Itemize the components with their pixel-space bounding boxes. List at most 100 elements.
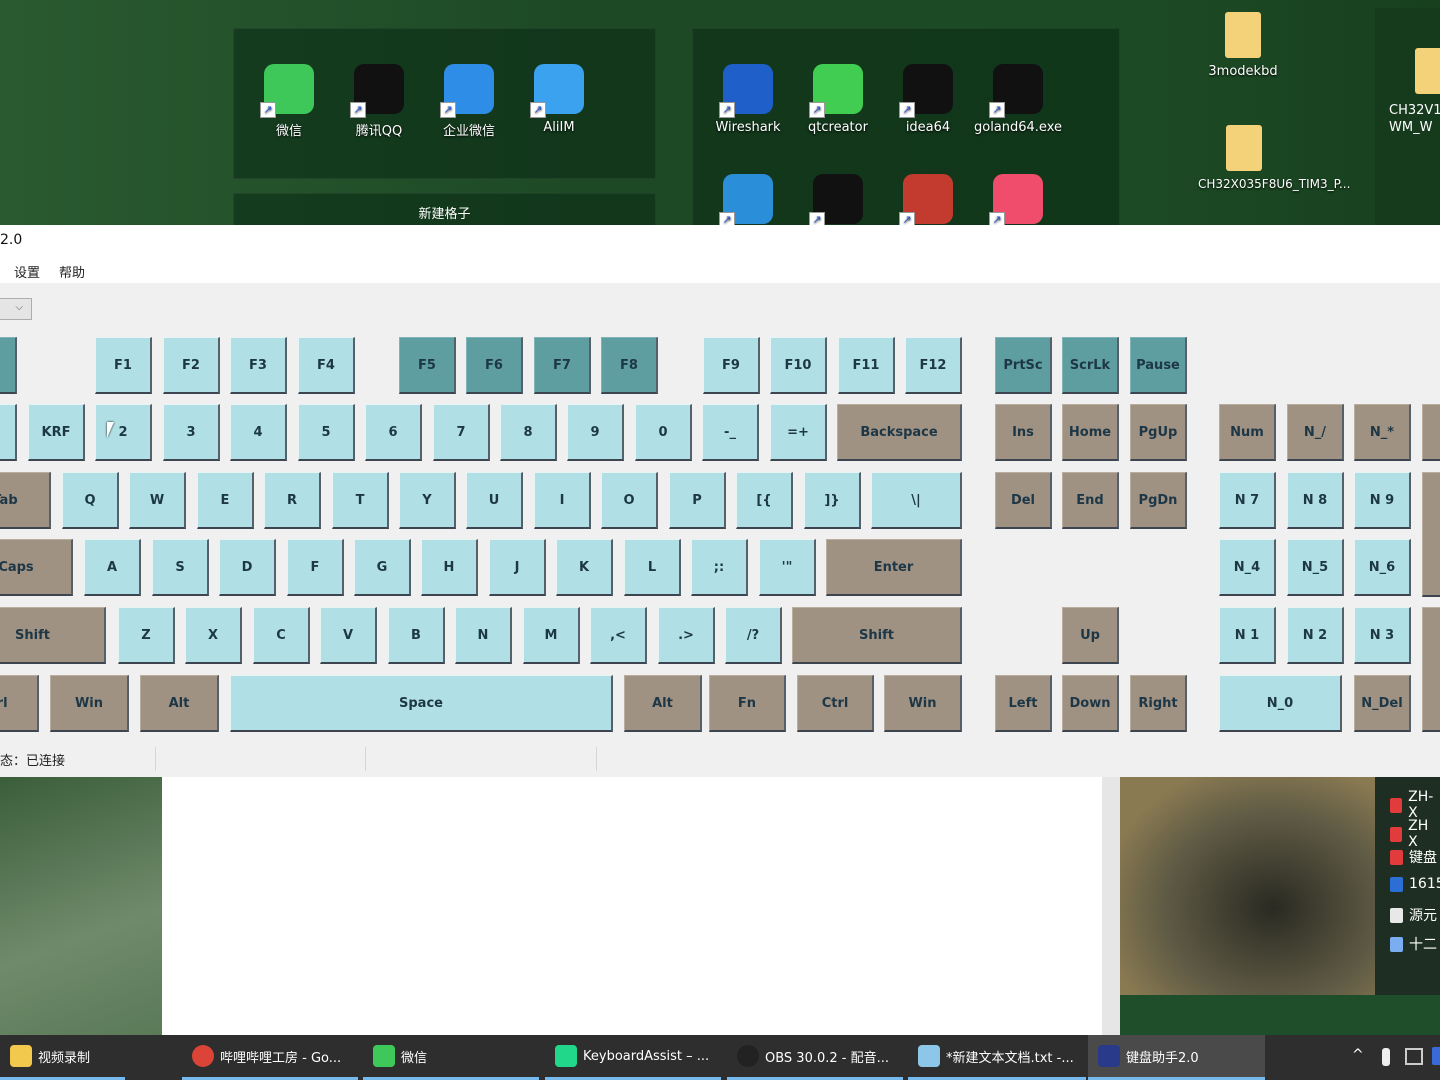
display-icon[interactable]: [1405, 1048, 1423, 1065]
key-pgup[interactable]: PgUp: [1130, 404, 1187, 461]
key-trl[interactable]: trl: [0, 675, 39, 732]
key-w[interactable]: W: [129, 472, 186, 529]
key-f8[interactable]: F8: [601, 337, 658, 394]
key-left[interactable]: Left: [995, 675, 1052, 732]
key--[interactable]: .>: [658, 607, 715, 664]
file-item[interactable]: 源元: [1390, 905, 1437, 925]
desktop-shortcut[interactable]: ↗ 微信: [244, 64, 334, 139]
key-enter[interactable]: Enter: [826, 539, 962, 596]
desktop-shortcut[interactable]: ↗ 企业微信: [424, 64, 514, 139]
notepad-text-area[interactable]: [162, 777, 1102, 1035]
file-item[interactable]: 键盘: [1390, 847, 1437, 867]
desktop-shortcut[interactable]: ↗ qtcreator: [793, 64, 883, 135]
key-f4[interactable]: F4: [298, 337, 355, 394]
key-g[interactable]: G: [354, 539, 411, 596]
key-caps[interactable]: Caps: [0, 539, 73, 596]
key-shift[interactable]: Shift: [0, 607, 106, 664]
key-f11[interactable]: F11: [838, 337, 895, 394]
key-n-[interactable]: N_*: [1354, 404, 1411, 461]
key-partial[interactable]: [0, 337, 17, 394]
file-item[interactable]: 1615: [1390, 876, 1440, 892]
taskbar-item[interactable]: 键盘助手2.0: [1088, 1035, 1265, 1080]
key--[interactable]: -_: [702, 404, 759, 461]
key-5[interactable]: 5: [298, 404, 355, 461]
key-n-7[interactable]: N 7: [1219, 472, 1276, 529]
key--[interactable]: ]}: [804, 472, 861, 529]
key-home[interactable]: Home: [1062, 404, 1119, 461]
key-n-del[interactable]: N_Del: [1354, 675, 1411, 732]
key-f[interactable]: F: [287, 539, 344, 596]
key-scrlk[interactable]: ScrLk: [1062, 337, 1119, 394]
desktop-shortcut[interactable]: ↗ Wireshark: [703, 64, 793, 135]
key-p[interactable]: P: [669, 472, 726, 529]
key-a[interactable]: A: [84, 539, 141, 596]
key-backspace[interactable]: Backspace: [837, 404, 962, 461]
file-item[interactable]: ZH-X: [1390, 789, 1440, 821]
key-num[interactable]: Num: [1219, 404, 1276, 461]
key-y[interactable]: Y: [399, 472, 456, 529]
desktop-shortcut[interactable]: ↗: [973, 174, 1063, 230]
key-n-1[interactable]: N 1: [1219, 607, 1276, 664]
scrollbar[interactable]: [1102, 777, 1120, 1035]
key-8[interactable]: 8: [500, 404, 557, 461]
key-f12[interactable]: F12: [905, 337, 962, 394]
key-tab[interactable]: Tab: [0, 472, 51, 529]
key-n-4[interactable]: N_4: [1219, 539, 1276, 596]
key-s[interactable]: S: [152, 539, 209, 596]
key-k[interactable]: K: [556, 539, 613, 596]
security-shield-icon[interactable]: [1432, 1047, 1440, 1065]
key-r[interactable]: R: [264, 472, 321, 529]
key-j[interactable]: J: [489, 539, 546, 596]
key-f5[interactable]: F5: [399, 337, 456, 394]
folder-3modekbd[interactable]: 3modekbd: [1198, 12, 1288, 79]
key-fn[interactable]: Fn: [709, 675, 786, 732]
key-win[interactable]: Win: [50, 675, 129, 732]
key--[interactable]: [{: [736, 472, 793, 529]
key-up[interactable]: Up: [1062, 607, 1119, 664]
key-c[interactable]: C: [253, 607, 310, 664]
key-n-5[interactable]: N_5: [1287, 539, 1344, 596]
menu-help[interactable]: 帮助: [59, 262, 85, 281]
key-7[interactable]: 7: [433, 404, 490, 461]
taskbar-item[interactable]: 哔哩哔哩工房 - Go...: [182, 1035, 358, 1080]
folder-ch32x035[interactable]: CH32X035F8U6_TIM3_P...: [1198, 125, 1350, 191]
device-select[interactable]: ⌵: [0, 298, 32, 320]
key-q[interactable]: Q: [62, 472, 119, 529]
key-partial[interactable]: [1422, 472, 1440, 597]
taskbar-item[interactable]: OBS 30.0.2 - 配音...: [727, 1035, 903, 1080]
desktop-shortcut[interactable]: ↗ goland64.exe: [973, 64, 1063, 135]
desktop-shortcut[interactable]: ↗ 腾讯QQ: [334, 64, 424, 139]
key-pause[interactable]: Pause: [1130, 337, 1187, 394]
desktop-shortcut[interactable]: ↗: [703, 174, 793, 230]
key-n-6[interactable]: N_6: [1354, 539, 1411, 596]
key--[interactable]: '": [759, 539, 816, 596]
key-t[interactable]: T: [332, 472, 389, 529]
key-f2[interactable]: F2: [163, 337, 220, 394]
taskbar-item[interactable]: 微信: [363, 1035, 539, 1080]
key-krf[interactable]: KRF: [28, 404, 85, 461]
key-f9[interactable]: F9: [703, 337, 760, 394]
key-6[interactable]: 6: [365, 404, 422, 461]
key-win[interactable]: Win: [884, 675, 962, 732]
desktop-shortcut[interactable]: ↗: [883, 174, 973, 230]
key-d[interactable]: D: [219, 539, 276, 596]
file-label[interactable]: CH32V1 WM_W: [1389, 102, 1440, 136]
taskbar-item[interactable]: 视频录制: [0, 1035, 125, 1080]
microphone-icon[interactable]: [1382, 1048, 1390, 1066]
key-f6[interactable]: F6: [466, 337, 523, 394]
menu-settings[interactable]: 设置: [14, 262, 40, 281]
key-partial[interactable]: [0, 404, 17, 461]
key-n-[interactable]: N_/: [1287, 404, 1344, 461]
key-2[interactable]: 2: [95, 404, 152, 461]
key-shift[interactable]: Shift: [792, 607, 962, 664]
key-down[interactable]: Down: [1062, 675, 1119, 732]
key-e[interactable]: E: [197, 472, 254, 529]
key--[interactable]: /?: [725, 607, 782, 664]
key-n-8[interactable]: N 8: [1287, 472, 1344, 529]
key-n[interactable]: N: [1422, 607, 1440, 732]
tray-chevron-icon[interactable]: ^: [1352, 1047, 1364, 1063]
taskbar-item[interactable]: KeyboardAssist – ...: [545, 1035, 721, 1080]
key-f1[interactable]: F1: [95, 337, 152, 394]
key-4[interactable]: 4: [230, 404, 287, 461]
key-n-3[interactable]: N 3: [1354, 607, 1411, 664]
